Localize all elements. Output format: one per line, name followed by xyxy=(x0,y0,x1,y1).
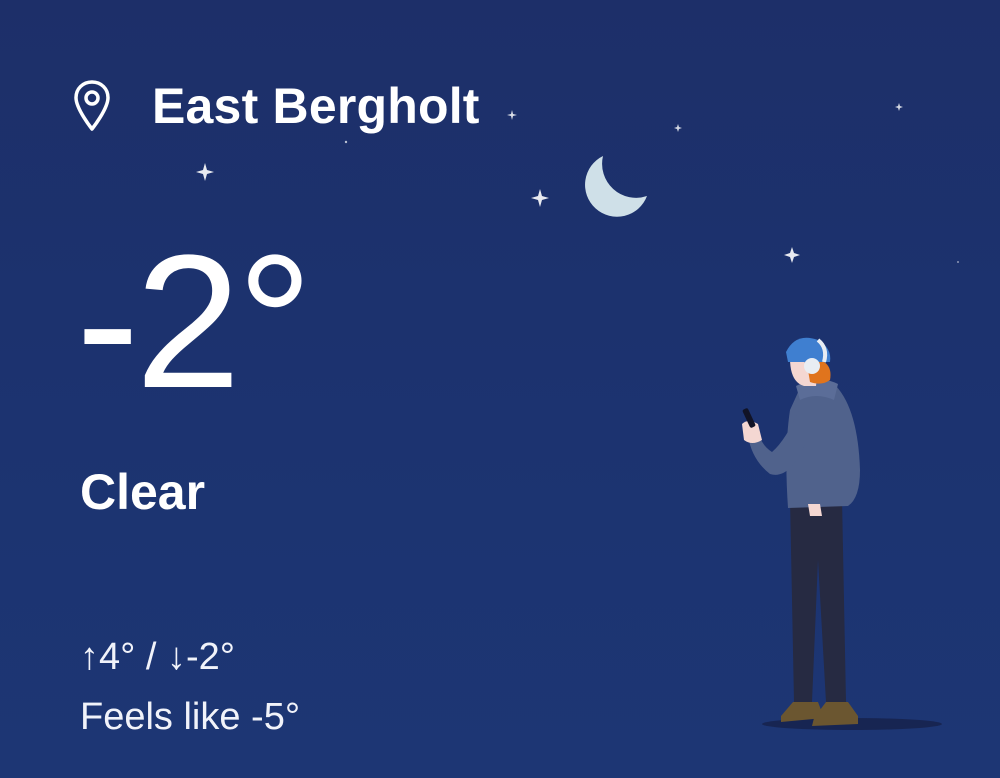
location-row: East Bergholt xyxy=(72,76,480,136)
person-illustration xyxy=(742,337,942,730)
weather-card: East Bergholt -2° Clear ↑4° / ↓-2° Feels… xyxy=(0,0,1000,778)
crescent-moon-icon xyxy=(585,156,647,217)
location-name: East Bergholt xyxy=(152,78,480,134)
feels-like-temperature: Feels like -5° xyxy=(80,696,301,738)
current-temperature: -2° xyxy=(76,216,313,428)
high-low-temperature: ↑4° / ↓-2° xyxy=(80,636,235,678)
weather-condition: Clear xyxy=(80,464,206,520)
location-pin-icon xyxy=(74,80,110,131)
